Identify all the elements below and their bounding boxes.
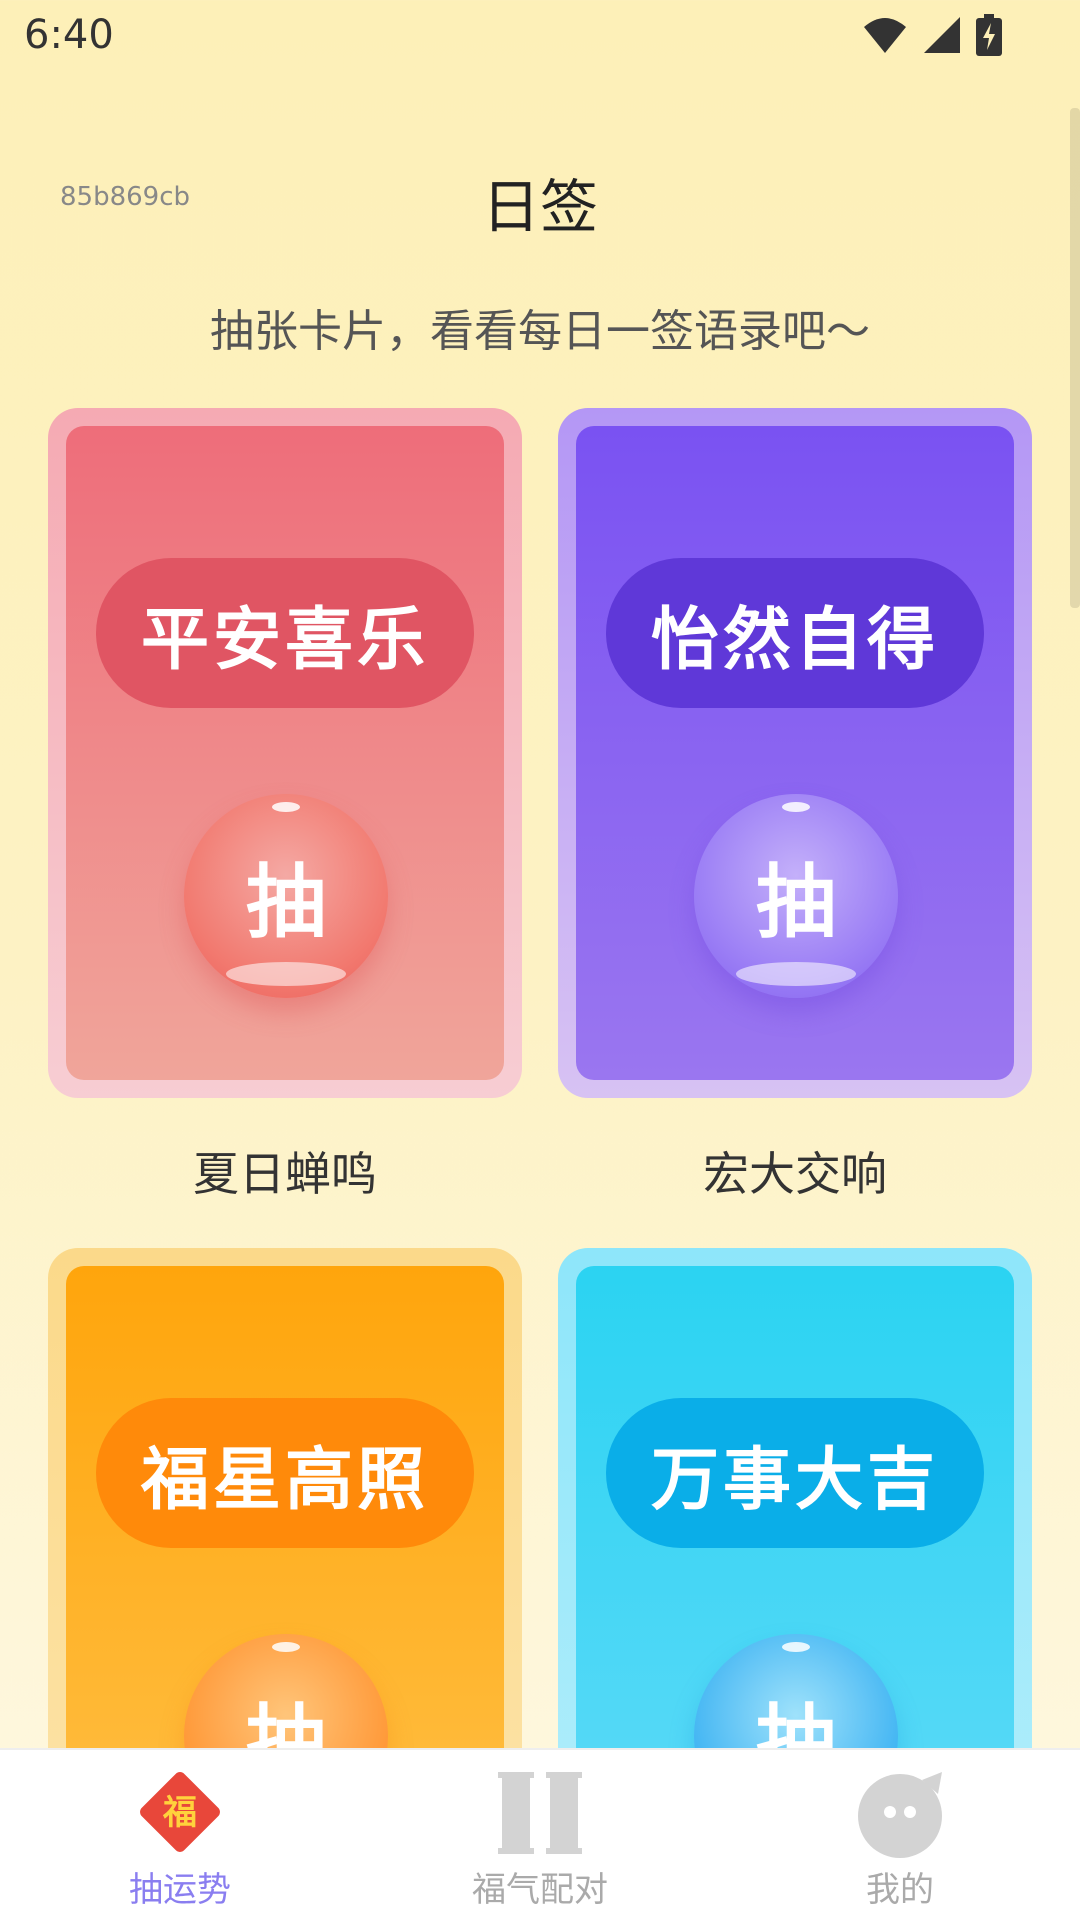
draw-button-label: 抽 [246,856,326,949]
card-frame: 福星高照 抽 [48,1248,522,1748]
draw-button[interactable]: 抽 [184,1634,388,1748]
signal-icon [924,17,960,53]
status-time: 6:40 [24,12,114,58]
card-frame: 平安喜乐 抽 [48,408,522,1098]
tab-mine[interactable]: 我的 [720,1750,1080,1920]
card-pill: 平安喜乐 [96,558,474,708]
status-bar: 6:40 [0,0,1080,78]
pillars-icon [498,1772,582,1854]
card-pill: 万事大吉 [606,1398,984,1548]
tab-blessing-match[interactable]: 福气配对 [360,1750,720,1920]
cat-face-icon [858,1772,942,1858]
card-pill: 福星高照 [96,1398,474,1548]
card-face: 平安喜乐 抽 [66,426,504,1080]
battery-charging-icon [976,14,1002,56]
fu-glyph: 福 [162,1793,197,1833]
page-subtitle: 抽张卡片，看看每日一签语录吧～ [210,306,870,357]
card-face: 福星高照 抽 [66,1266,504,1748]
wifi-icon [864,18,906,53]
tab-label: 抽运势 [129,1870,231,1910]
draw-button-label: 抽 [756,856,836,949]
draw-button-label: 抽 [756,1696,836,1748]
card-pill: 怡然自得 [606,558,984,708]
card-frame: 万事大吉 抽 [558,1248,1032,1748]
card-caption: 宏大交响 [703,1147,887,1201]
page-title: 日签 [481,173,598,241]
draw-button[interactable]: 抽 [694,1634,898,1748]
card-face: 万事大吉 抽 [576,1266,1014,1748]
draw-button-label: 抽 [246,1696,326,1748]
status-icons [862,14,1002,56]
bottom-tab-bar: 福 抽运势 福气配对 我的 [0,1748,1080,1920]
tab-fortune[interactable]: 福 抽运势 [0,1750,360,1920]
card-grid: 平安喜乐 抽 夏日蝉鸣 怡然自得 抽 宏大交响 福星高照 抽 万事大吉 抽 [48,408,1032,1748]
tab-label: 我的 [866,1870,934,1910]
card-frame: 怡然自得 抽 [558,408,1032,1098]
card-face: 怡然自得 抽 [576,426,1014,1080]
card-caption: 夏日蝉鸣 [193,1147,377,1201]
draw-button[interactable]: 抽 [694,794,898,998]
tab-label: 福气配对 [472,1870,608,1910]
fu-diamond-icon: 福 [140,1772,220,1852]
draw-button[interactable]: 抽 [184,794,388,998]
